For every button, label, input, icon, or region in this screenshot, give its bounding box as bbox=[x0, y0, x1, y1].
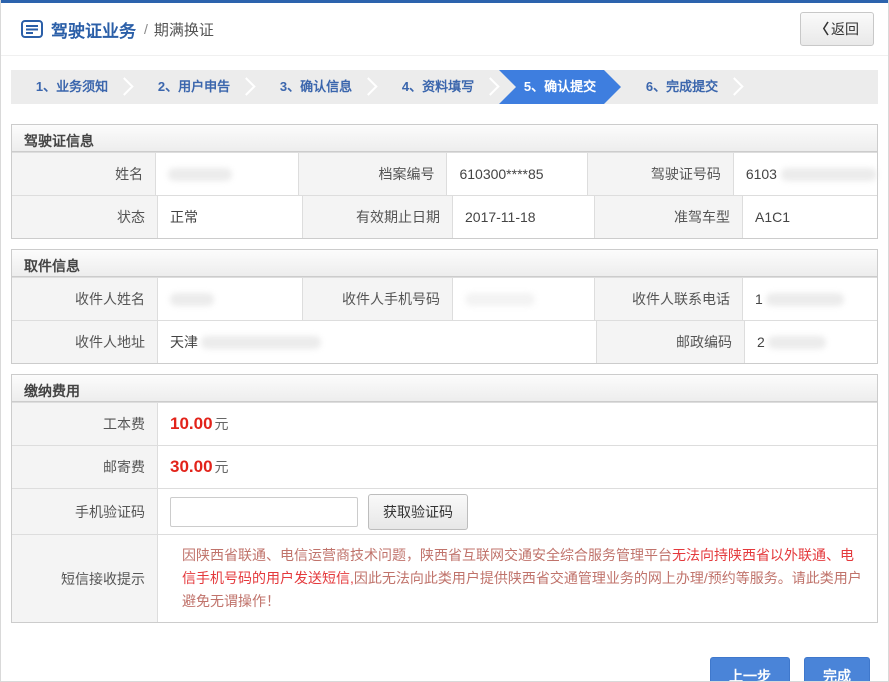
license-info-section: 驾驶证信息 姓名 档案编号 610300****85 驾驶证号码 6103 状态… bbox=[11, 124, 878, 239]
step-5-confirm-submit-active: 5、确认提交 bbox=[499, 70, 621, 104]
redacted-postal-code bbox=[768, 336, 826, 349]
vehicle-class-value: A1C1 bbox=[742, 196, 877, 238]
production-fee-value: 10.00元 bbox=[157, 403, 877, 445]
step-wizard: 1、业务须知 2、用户申告 3、确认信息 4、资料填写 5、确认提交 6、完成提… bbox=[11, 70, 878, 104]
production-fee-label: 工本费 bbox=[12, 403, 157, 445]
table-row: 收件人姓名 收件人手机号码 收件人联系电话 1 bbox=[12, 277, 877, 320]
currency-unit: 元 bbox=[215, 457, 229, 477]
status-value: 正常 bbox=[157, 196, 302, 238]
step-2-label: 2、用户申告 bbox=[158, 79, 230, 94]
postal-code-value: 2 bbox=[744, 321, 877, 363]
expiry-label: 有效期止日期 bbox=[302, 196, 452, 238]
file-no-value: 610300****85 bbox=[446, 153, 586, 195]
postal-code-prefix: 2 bbox=[757, 334, 765, 350]
breadcrumb-current: 期满换证 bbox=[154, 19, 214, 40]
back-chevron-icon: 〈 bbox=[815, 21, 829, 37]
redacted-recipient-address bbox=[201, 336, 321, 349]
table-row: 短信接收提示 因陕西省联通、电信运营商技术问题，陕西省互联网交通安全综合服务管理… bbox=[12, 534, 877, 622]
pickup-info-section: 取件信息 收件人姓名 收件人手机号码 收件人联系电话 1 收件人地址 天津 邮政… bbox=[11, 249, 878, 364]
back-button[interactable]: 〈返回 bbox=[800, 12, 874, 46]
recipient-address-label: 收件人地址 bbox=[12, 321, 157, 363]
fees-section-title: 缴纳费用 bbox=[12, 375, 877, 402]
form-list-icon bbox=[21, 20, 43, 38]
license-section-title: 驾驶证信息 bbox=[12, 125, 877, 152]
recipient-phone-prefix: 1 bbox=[755, 291, 763, 307]
license-no-value: 6103 bbox=[733, 153, 877, 195]
footer-actions: 上一步 完成 bbox=[1, 657, 870, 682]
fees-section: 缴纳费用 工本费 10.00元 邮寄费 30.00元 手机验证码 获取验证码 短… bbox=[11, 374, 878, 623]
table-row: 收件人地址 天津 邮政编码 2 bbox=[12, 320, 877, 363]
sms-notice-label: 短信接收提示 bbox=[12, 535, 157, 622]
recipient-name-value bbox=[157, 278, 302, 320]
redacted-recipient-name bbox=[170, 293, 214, 306]
name-label: 姓名 bbox=[12, 153, 155, 195]
sms-notice-text: 因陕西省联通、电信运营商技术问题，陕西省互联网交通安全综合服务管理平台无法向持陕… bbox=[170, 535, 877, 622]
redacted-name bbox=[168, 168, 232, 181]
currency-unit: 元 bbox=[215, 414, 229, 434]
previous-step-button[interactable]: 上一步 bbox=[710, 657, 790, 682]
sms-notice-cell: 因陕西省联通、电信运营商技术问题，陕西省互联网交通安全综合服务管理平台无法向持陕… bbox=[157, 535, 877, 622]
status-label: 状态 bbox=[12, 196, 157, 238]
recipient-address-value: 天津 bbox=[157, 321, 596, 363]
recipient-address-prefix: 天津 bbox=[170, 332, 198, 352]
step-1-business-notice: 1、业务须知 bbox=[11, 70, 133, 104]
step-2-user-declaration: 2、用户申告 bbox=[133, 70, 255, 104]
back-button-label: 返回 bbox=[831, 21, 859, 37]
redacted-license-no bbox=[781, 168, 877, 181]
step-4-fill-data: 4、资料填写 bbox=[377, 70, 499, 104]
license-no-label: 驾驶证号码 bbox=[587, 153, 733, 195]
production-fee-amount: 10.00 bbox=[170, 414, 213, 434]
table-row: 邮寄费 30.00元 bbox=[12, 445, 877, 488]
license-no-prefix: 6103 bbox=[746, 166, 777, 182]
name-value bbox=[155, 153, 298, 195]
postal-code-label: 邮政编码 bbox=[596, 321, 744, 363]
pickup-section-title: 取件信息 bbox=[12, 250, 877, 277]
postage-fee-label: 邮寄费 bbox=[12, 446, 157, 488]
recipient-phone-value: 1 bbox=[742, 278, 877, 320]
recipient-mobile-value bbox=[452, 278, 594, 320]
step-3-label: 3、确认信息 bbox=[280, 79, 352, 94]
finish-button[interactable]: 完成 bbox=[804, 657, 870, 682]
postage-fee-amount: 30.00 bbox=[170, 457, 213, 477]
sms-code-input[interactable] bbox=[170, 497, 358, 527]
table-row: 姓名 档案编号 610300****85 驾驶证号码 6103 bbox=[12, 152, 877, 195]
sms-code-cell: 获取验证码 bbox=[157, 489, 877, 534]
table-row: 工本费 10.00元 bbox=[12, 402, 877, 445]
get-code-button[interactable]: 获取验证码 bbox=[368, 494, 468, 530]
table-row: 状态 正常 有效期止日期 2017-11-18 准驾车型 A1C1 bbox=[12, 195, 877, 238]
redacted-recipient-mobile bbox=[465, 293, 535, 306]
recipient-phone-label: 收件人联系电话 bbox=[594, 278, 742, 320]
page-title: 驾驶证业务 bbox=[51, 17, 136, 42]
recipient-name-label: 收件人姓名 bbox=[12, 278, 157, 320]
notice-part-1: 因陕西省联通、电信运营商技术问题，陕西省互联网交通安全综合服务管理平台 bbox=[182, 547, 672, 563]
step-4-label: 4、资料填写 bbox=[402, 79, 474, 94]
table-row: 手机验证码 获取验证码 bbox=[12, 488, 877, 534]
step-3-confirm-info: 3、确认信息 bbox=[255, 70, 377, 104]
file-no-label: 档案编号 bbox=[298, 153, 446, 195]
sms-code-label: 手机验证码 bbox=[12, 489, 157, 534]
page-header: 驾驶证业务 / 期满换证 〈返回 bbox=[1, 3, 888, 56]
step-1-label: 1、业务须知 bbox=[36, 79, 108, 94]
vehicle-class-label: 准驾车型 bbox=[594, 196, 742, 238]
breadcrumb-separator: / bbox=[144, 21, 148, 37]
postage-fee-value: 30.00元 bbox=[157, 446, 877, 488]
step-6-label: 6、完成提交 bbox=[646, 79, 718, 94]
step-6-complete-submit: 6、完成提交 bbox=[621, 70, 743, 104]
recipient-mobile-label: 收件人手机号码 bbox=[302, 278, 452, 320]
step-5-label: 5、确认提交 bbox=[524, 79, 596, 94]
expiry-value: 2017-11-18 bbox=[452, 196, 594, 238]
page: 驾驶证业务 / 期满换证 〈返回 1、业务须知 2、用户申告 3、确认信息 4、… bbox=[0, 0, 889, 682]
redacted-recipient-phone bbox=[766, 293, 844, 306]
